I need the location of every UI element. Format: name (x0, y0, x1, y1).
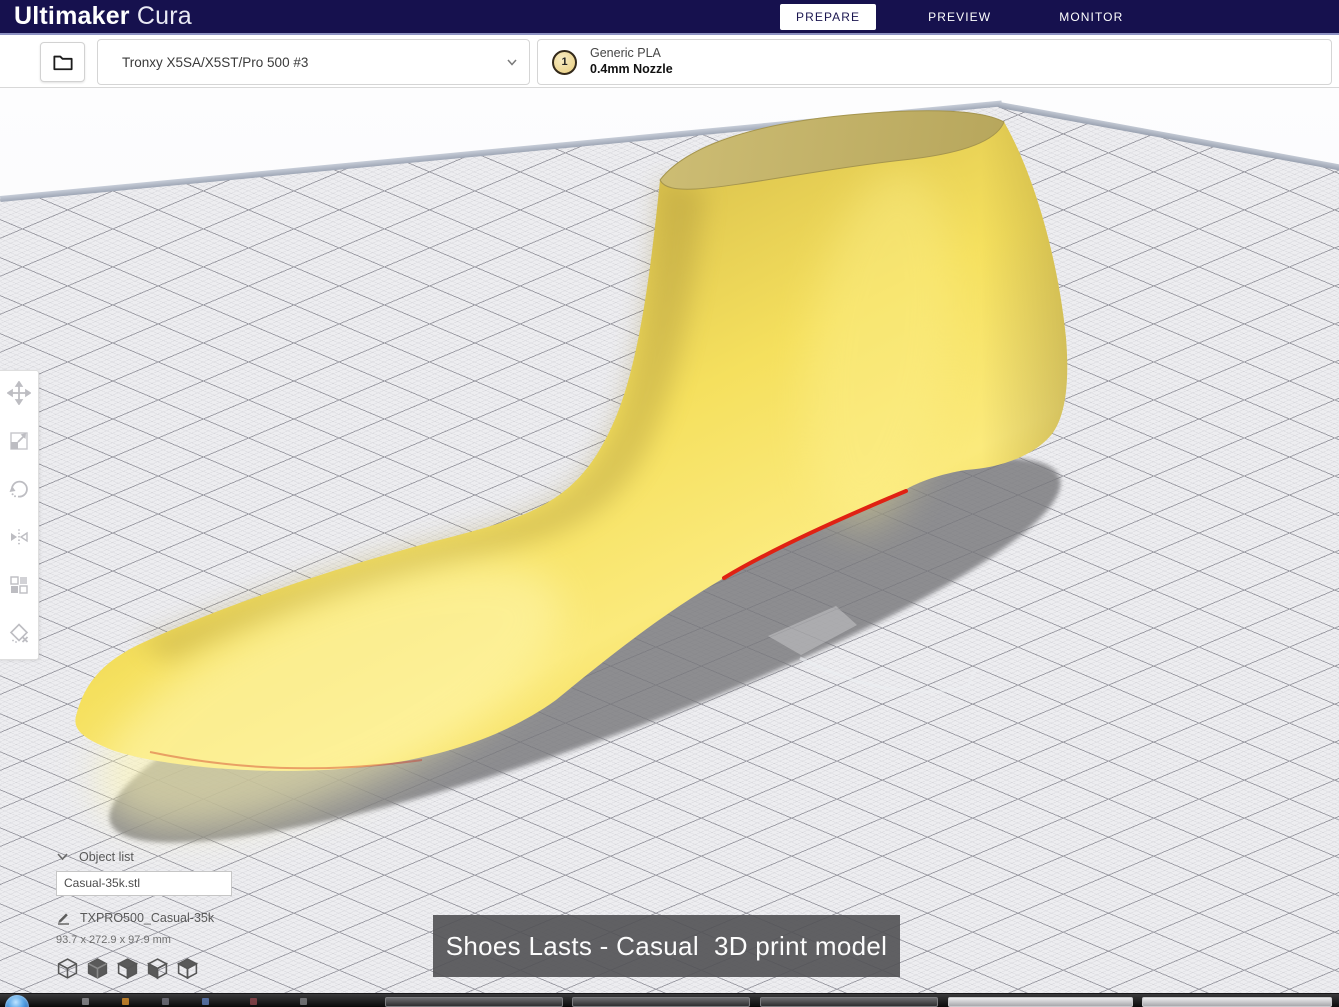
start-button[interactable] (5, 995, 29, 1007)
quicklaunch-icon-1[interactable] (82, 998, 89, 1005)
support-blocker-button[interactable] (6, 621, 32, 645)
logo-cura: Cura (136, 2, 192, 30)
view-left-button[interactable] (116, 957, 139, 980)
camera-view-presets (56, 957, 276, 980)
per-model-settings-button[interactable] (6, 573, 32, 597)
per-model-settings-icon (10, 576, 28, 594)
view-3d-button[interactable] (56, 957, 79, 980)
material-selector[interactable]: 1 Generic PLA 0.4mm Nozzle (537, 39, 1332, 85)
move-tool-button[interactable] (6, 381, 32, 405)
extruder-badge: 1 (552, 49, 577, 75)
app-logo: Ultimaker Cura (14, 2, 192, 31)
quicklaunch-icon-4[interactable] (202, 998, 209, 1005)
taskbar-item-4[interactable] (948, 997, 1133, 1007)
object-name-field[interactable]: Casual-35k.stl (56, 871, 232, 896)
view-front-button[interactable] (86, 957, 109, 980)
quicklaunch-icon-5[interactable] (250, 998, 257, 1005)
printer-model-row: TXPRO500_Casual-35k (56, 910, 276, 925)
mirror-tool-button[interactable] (6, 525, 32, 549)
printer-model-label: TXPRO500_Casual-35k (80, 910, 215, 925)
header-bar: Ultimaker Cura PREPARE PREVIEW MONITOR (0, 0, 1339, 35)
scale-tool-button[interactable] (6, 429, 32, 453)
folder-icon (52, 55, 73, 71)
pencil-icon (58, 913, 69, 925)
mirror-icon (11, 529, 28, 545)
rotate-icon (9, 480, 28, 498)
object-list-title: Object list (79, 850, 134, 864)
taskbar-item-5[interactable] (1142, 997, 1332, 1007)
caption-band: Shoes Lasts - Casual 3D print model (433, 915, 900, 977)
model-dimensions: 93.7 x 272.9 x 97.9 mm (56, 934, 171, 946)
taskbar-item-3[interactable] (760, 997, 938, 1007)
move-icon (7, 381, 31, 405)
nozzle-size: 0.4mm Nozzle (590, 62, 673, 76)
quicklaunch-icon-2[interactable] (122, 998, 129, 1005)
material-info: Generic PLA 0.4mm Nozzle (590, 46, 673, 77)
object-list-toggle[interactable]: Object list (56, 850, 276, 864)
chevron-down-icon (505, 55, 519, 74)
open-file-button[interactable] (40, 42, 85, 82)
config-bar: Tronxy X5SA/X5ST/Pro 500 #3 1 Generic PL… (0, 37, 1339, 88)
taskbar-item-1[interactable] (385, 997, 563, 1007)
printer-selector[interactable]: Tronxy X5SA/X5ST/Pro 500 #3 (97, 39, 530, 85)
view-top-button[interactable] (146, 957, 169, 980)
taskbar-item-2[interactable] (572, 997, 750, 1007)
viewport-3d[interactable]: Object list Casual-35k.stl TXPRO500_Casu… (0, 88, 1339, 1007)
cura-window: Ultimaker Cura PREPARE PREVIEW MONITOR T… (0, 0, 1339, 1007)
rotate-tool-button[interactable] (6, 477, 32, 501)
scale-icon (10, 432, 28, 450)
object-list-panel: Object list Casual-35k.stl TXPRO500_Casu… (56, 850, 276, 980)
stage-menu: PREPARE PREVIEW MONITOR (780, 0, 1139, 33)
quicklaunch-icon-3[interactable] (162, 998, 169, 1005)
support-blocker-icon (9, 623, 29, 643)
tab-prepare[interactable]: PREPARE (780, 3, 877, 30)
extruder-number: 1 (561, 56, 568, 68)
tool-sidebar (0, 370, 39, 660)
view-right-button[interactable] (176, 957, 199, 980)
logo-ultimaker: Ultimaker (14, 2, 130, 30)
quicklaunch-icon-6[interactable] (300, 998, 307, 1005)
tab-preview[interactable]: PREVIEW (912, 4, 1007, 30)
tab-monitor[interactable]: MONITOR (1043, 4, 1139, 30)
windows-taskbar (0, 993, 1339, 1007)
chevron-down-icon (57, 853, 68, 861)
material-type: Generic PLA (590, 46, 661, 61)
printer-name: Tronxy X5SA/X5ST/Pro 500 #3 (122, 54, 309, 70)
